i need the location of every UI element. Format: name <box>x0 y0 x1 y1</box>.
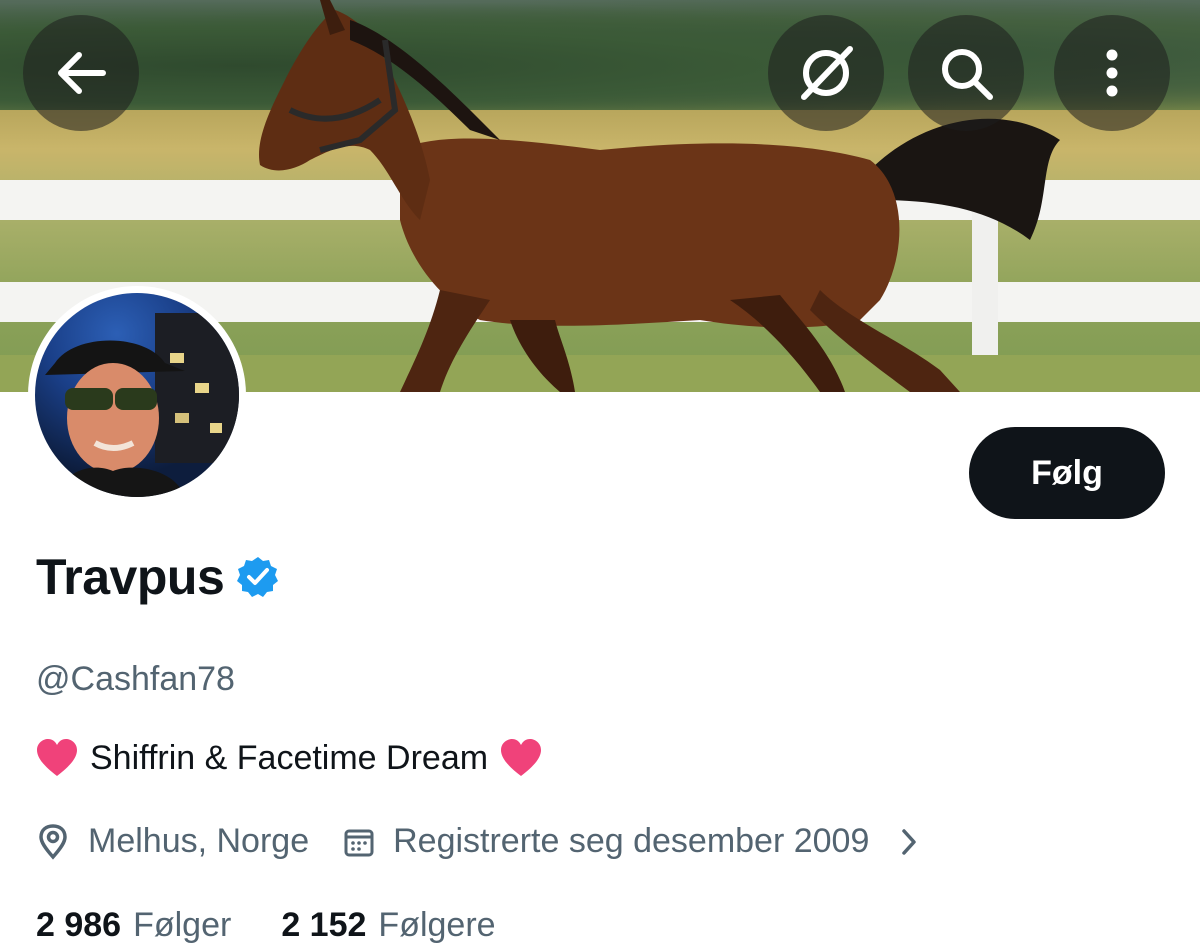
followers-stat[interactable]: 2 152 Følgere <box>281 906 495 945</box>
grok-button[interactable] <box>768 15 884 131</box>
arrow-left-icon <box>58 52 106 94</box>
search-icon <box>942 49 993 100</box>
location-item: Melhus, Norge <box>36 822 309 861</box>
heart-emoji-icon <box>501 739 542 776</box>
profile-meta: Melhus, Norge Registrerte seg desember 2… <box>36 822 919 861</box>
joined-text: Registrerte seg desember 2009 <box>393 822 870 860</box>
following-stat[interactable]: 2 986 Følger <box>36 906 231 945</box>
profile-name-row: Travpus <box>36 548 280 606</box>
profile-bio: Shiffrin & Facetime Dream <box>36 738 542 778</box>
back-button[interactable] <box>23 15 139 131</box>
heart-emoji-icon <box>37 739 77 776</box>
location-text: Melhus, Norge <box>88 822 310 860</box>
profile-stats: 2 986 Følger 2 152 Følgere <box>36 906 496 945</box>
follow-button[interactable]: Følg <box>969 427 1165 519</box>
more-options-button[interactable] <box>1054 15 1170 131</box>
chevron-right-icon <box>902 828 917 855</box>
vertical-dots-icon <box>1106 49 1118 97</box>
profile-handle: @Cashfan78 <box>36 660 235 698</box>
following-count: 2 986 <box>36 906 122 944</box>
bio-text: Shiffrin & Facetime Dream <box>90 738 489 777</box>
following-label: Følger <box>133 906 232 944</box>
avatar-photo <box>35 293 239 497</box>
profile-name: Travpus <box>36 549 225 605</box>
calendar-icon <box>344 829 374 856</box>
location-pin-icon <box>39 823 67 860</box>
verified-badge-icon[interactable] <box>236 555 280 599</box>
slashed-circle-icon <box>801 46 853 100</box>
search-button[interactable] <box>908 15 1024 131</box>
joined-item[interactable]: Registrerte seg desember 2009 <box>343 822 919 861</box>
followers-label: Følgere <box>378 906 496 944</box>
avatar-portrait <box>45 313 239 497</box>
followers-count: 2 152 <box>281 906 367 944</box>
profile-avatar[interactable] <box>28 286 246 504</box>
